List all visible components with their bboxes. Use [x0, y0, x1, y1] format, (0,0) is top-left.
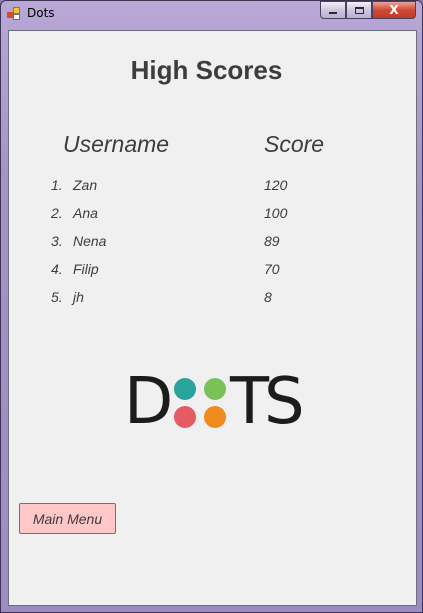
score-row: 1. Zan 120: [9, 177, 409, 205]
username-label: Filip: [73, 261, 99, 277]
logo-dot-orange: [204, 406, 226, 428]
username-label: Ana: [73, 205, 98, 221]
rank-label: 5.: [51, 289, 63, 305]
maximize-icon: [354, 6, 364, 14]
title-bar[interactable]: Dots X: [1, 1, 422, 27]
score-column-header: Score: [264, 131, 325, 157]
logo-dot-green: [204, 378, 226, 400]
rank-label: 2.: [51, 205, 63, 221]
close-icon: X: [389, 3, 399, 17]
rank-label: 1.: [51, 177, 63, 193]
app-window: Dots X High Scores Username Score 1. Zan…: [0, 0, 423, 613]
minimize-button[interactable]: [320, 1, 346, 19]
score-label: 89: [264, 233, 280, 249]
logo-dot-teal: [174, 378, 196, 400]
username-label: Nena: [73, 233, 107, 249]
username-label: jh: [73, 289, 84, 305]
window-title: Dots: [27, 6, 55, 20]
maximize-button[interactable]: [346, 1, 372, 19]
rank-label: 3.: [51, 233, 63, 249]
logo-dot-red: [174, 406, 196, 428]
main-menu-button[interactable]: Main Menu: [19, 503, 116, 534]
username-column-header: Username: [63, 131, 170, 157]
app-icon: [7, 7, 21, 21]
score-label: 8: [264, 289, 272, 305]
page-title: High Scores: [130, 55, 283, 85]
close-button[interactable]: X: [372, 1, 416, 19]
logo-letter-s: S: [264, 365, 305, 439]
client-area: High Scores Username Score 1. Zan 120 2.…: [8, 30, 417, 606]
score-row: 5. jh 8: [9, 289, 409, 317]
minimize-icon: [329, 12, 337, 14]
score-row: 3. Nena 89: [9, 233, 409, 261]
score-label: 70: [264, 261, 280, 277]
score-label: 120: [264, 177, 288, 193]
username-label: Zan: [73, 177, 98, 193]
window-controls: X: [320, 1, 416, 21]
score-label: 100: [264, 205, 288, 221]
score-row: 2. Ana 100: [9, 205, 409, 233]
score-list: 1. Zan 120 2. Ana 100 3. Nena 89 4. Fili…: [9, 177, 409, 317]
rank-label: 4.: [51, 261, 63, 277]
dots-logo: D T S: [124, 369, 309, 435]
logo-letter-d: D: [124, 365, 174, 439]
score-row: 4. Filip 70: [9, 261, 409, 289]
